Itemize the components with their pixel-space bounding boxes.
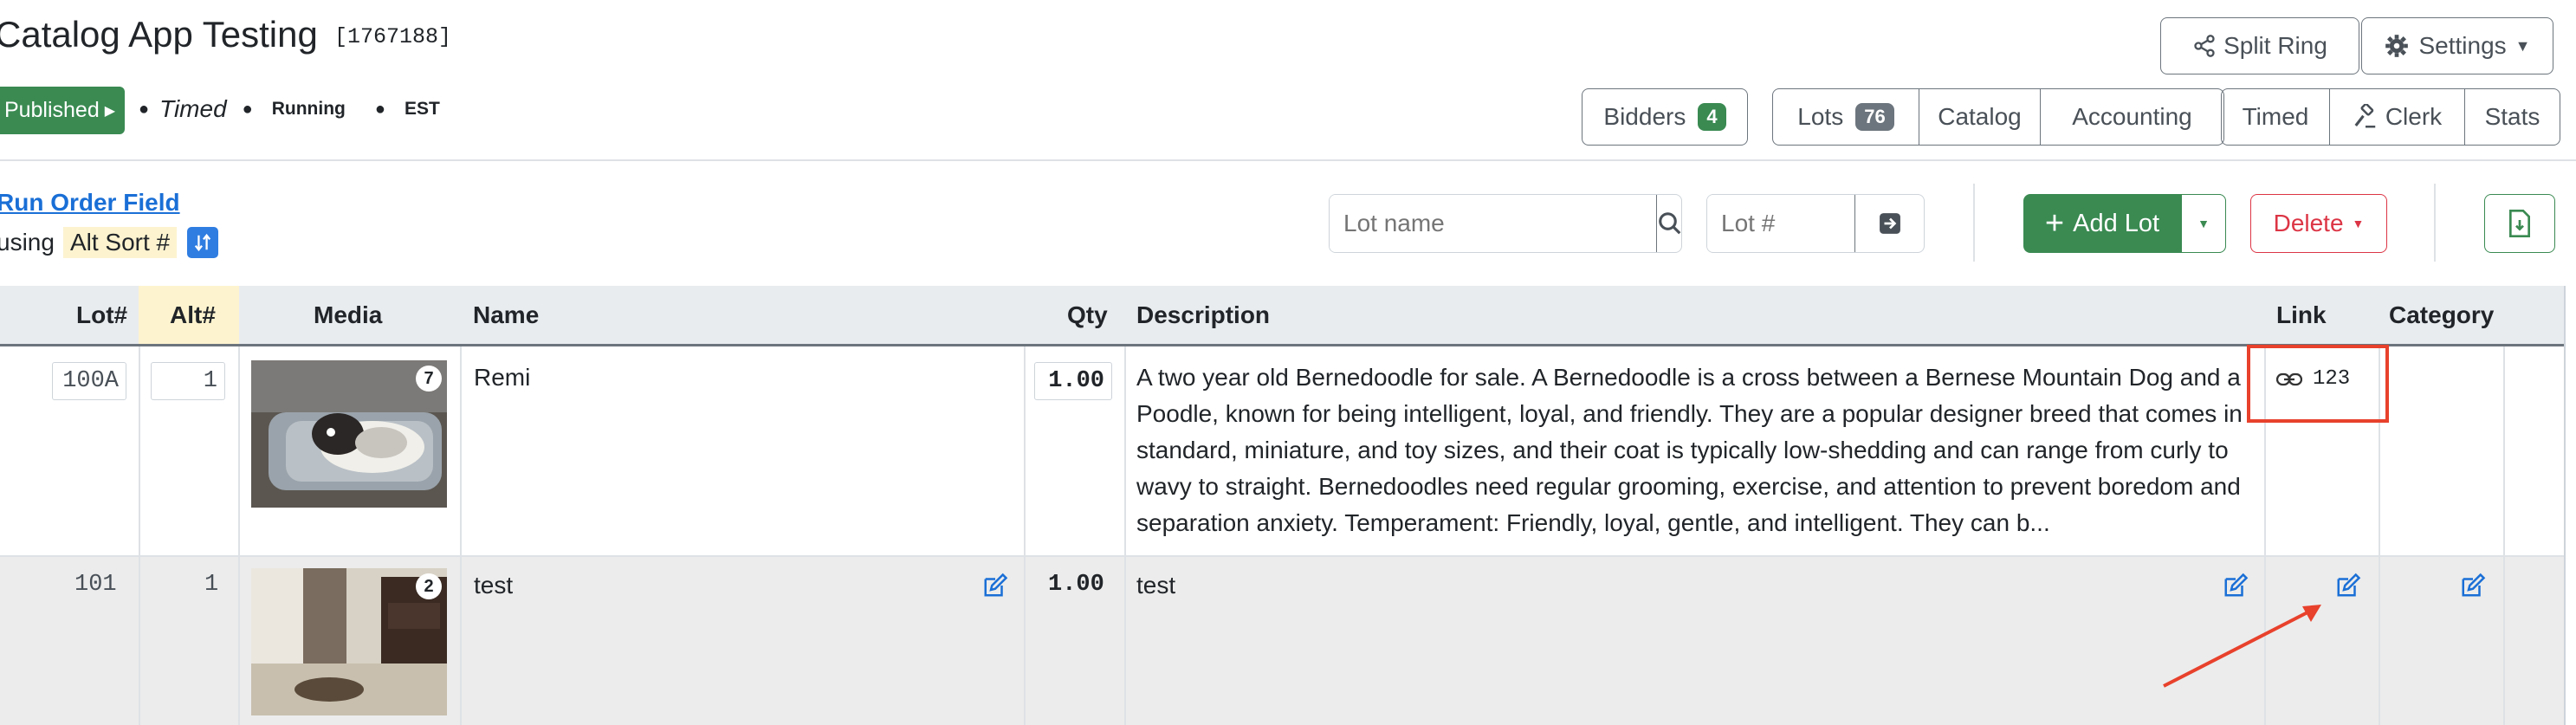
meta-timed: Timed: [159, 95, 227, 122]
settings-button[interactable]: Settings ▼: [2361, 17, 2553, 74]
using-label: using: [0, 229, 55, 256]
caret-down-icon: ▼: [2197, 217, 2210, 230]
col-link[interactable]: Link: [2276, 286, 2327, 345]
add-lot-label: Add Lot: [2073, 209, 2160, 237]
annotation-highlight-box: [2247, 345, 2389, 423]
meta-running: Running: [271, 99, 346, 119]
row-description[interactable]: test: [1136, 572, 1175, 599]
search-button[interactable]: [1656, 195, 1681, 252]
mode-nav-group: Timed Clerk Stats: [2221, 88, 2560, 146]
edit-description-icon[interactable]: [2223, 573, 2249, 599]
caret-down-icon: ▼: [2352, 217, 2365, 230]
media-count-badge: 7: [416, 366, 442, 392]
col-name[interactable]: Name: [473, 286, 539, 345]
sort-info: using Alt Sort #: [0, 227, 219, 258]
add-lot-button[interactable]: + Add Lot: [2023, 194, 2181, 253]
sort-direction-button[interactable]: [187, 227, 219, 258]
accounting-label: Accounting: [2072, 103, 2192, 130]
qty-value[interactable]: 1.00: [1048, 572, 1104, 598]
bidders-button[interactable]: Bidders 4: [1582, 88, 1748, 146]
split-ring-button[interactable]: Split Ring: [2160, 17, 2359, 74]
media-count-badge: 2: [416, 573, 442, 599]
catalog-label: Catalog: [1938, 103, 2022, 130]
edit-category-icon[interactable]: [2460, 573, 2486, 599]
add-lot-group: + Add Lot ▼: [2023, 194, 2226, 253]
page-title: Catalog App Testing: [0, 14, 318, 55]
alt-number-input[interactable]: 1: [151, 362, 225, 400]
header-divider: [0, 159, 2576, 161]
run-order-field-link[interactable]: Run Order Field: [0, 189, 180, 217]
delete-label: Delete: [2273, 210, 2344, 236]
clerk-label: Clerk: [2385, 103, 2443, 130]
settings-label: Settings: [2418, 32, 2507, 59]
file-export-icon: [2509, 210, 2530, 237]
export-button[interactable]: [2484, 194, 2555, 253]
edit-name-icon[interactable]: [982, 573, 1008, 599]
edit-link-icon[interactable]: [2335, 573, 2361, 599]
auction-meta: ● Timed ● Running ● EST: [139, 95, 440, 122]
add-lot-dropdown-button[interactable]: ▼: [2181, 194, 2226, 253]
search-icon: [1659, 212, 1681, 235]
col-media: Media: [314, 301, 383, 328]
annotation-arrow: [2163, 605, 2321, 688]
split-ring-label: Split Ring: [2223, 32, 2327, 59]
row-divider: [0, 555, 2566, 557]
lots-tab[interactable]: Lots 76: [1773, 89, 1919, 145]
delete-button[interactable]: Delete ▼: [2250, 194, 2387, 253]
stats-tab[interactable]: Stats: [2464, 89, 2560, 145]
lots-label: Lots: [1797, 103, 1844, 130]
toolbar-divider: [1973, 184, 1975, 262]
table-header-bg: [0, 286, 2566, 345]
clerk-tab[interactable]: Clerk: [2329, 89, 2464, 145]
go-button[interactable]: [1854, 195, 1924, 252]
col-description[interactable]: Description: [1136, 286, 1270, 345]
toolbar-divider-2: [2434, 184, 2436, 262]
row-name[interactable]: Remi: [474, 364, 530, 392]
arrow-right-square-icon: [1879, 213, 1900, 234]
share-icon: [2194, 35, 2215, 57]
caret-down-icon: ▼: [2515, 36, 2531, 55]
published-status-button[interactable]: Published ▶: [0, 87, 125, 134]
lot-number-input[interactable]: 100A: [52, 362, 126, 400]
lot-number-search: [1706, 194, 1925, 253]
catalog-tab[interactable]: Catalog: [1919, 89, 2040, 145]
gavel-icon: [2354, 104, 2376, 128]
col-category[interactable]: Category: [2389, 286, 2494, 345]
accounting-tab[interactable]: Accounting: [2040, 89, 2223, 145]
timed-tab[interactable]: Timed: [2222, 89, 2329, 145]
col-alt-number[interactable]: Alt#: [170, 286, 216, 345]
bidders-label: Bidders: [1603, 103, 1686, 130]
alt-number-value[interactable]: 1: [204, 572, 218, 598]
table-header-border: [0, 344, 2566, 346]
qty-input[interactable]: 1.00: [1034, 362, 1112, 400]
bidders-count-badge: 4: [1698, 103, 1726, 131]
lot-number-input[interactable]: [1707, 195, 1854, 252]
gear-icon: [2385, 35, 2408, 57]
sort-field-label: Alt Sort #: [62, 227, 178, 258]
plus-icon: +: [2044, 205, 2065, 242]
col-lot-number[interactable]: Lot#: [76, 286, 127, 345]
lot-name-search: [1329, 194, 1682, 253]
lots-count-badge: 76: [1855, 103, 1894, 131]
row-description[interactable]: A two year old Bernedoodle for sale. A B…: [1136, 359, 2262, 541]
timed-label: Timed: [2242, 103, 2309, 130]
auction-id: [1767188]: [334, 24, 452, 49]
lot-name-input[interactable]: [1330, 195, 1656, 252]
stats-label: Stats: [2484, 103, 2540, 130]
lots-nav-group: Lots 76 Catalog Accounting: [1772, 88, 2224, 146]
meta-timezone: EST: [404, 99, 440, 119]
caret-right-icon: ▶: [104, 103, 116, 119]
sort-arrows-icon: [194, 233, 211, 252]
media-thumbnail[interactable]: 2: [251, 568, 447, 715]
published-label: Published: [3, 98, 100, 122]
col-qty[interactable]: Qty: [1067, 286, 1108, 345]
lot-number-value[interactable]: 101: [74, 572, 117, 598]
row-name[interactable]: test: [474, 572, 513, 599]
media-thumbnail[interactable]: 7: [251, 360, 447, 508]
